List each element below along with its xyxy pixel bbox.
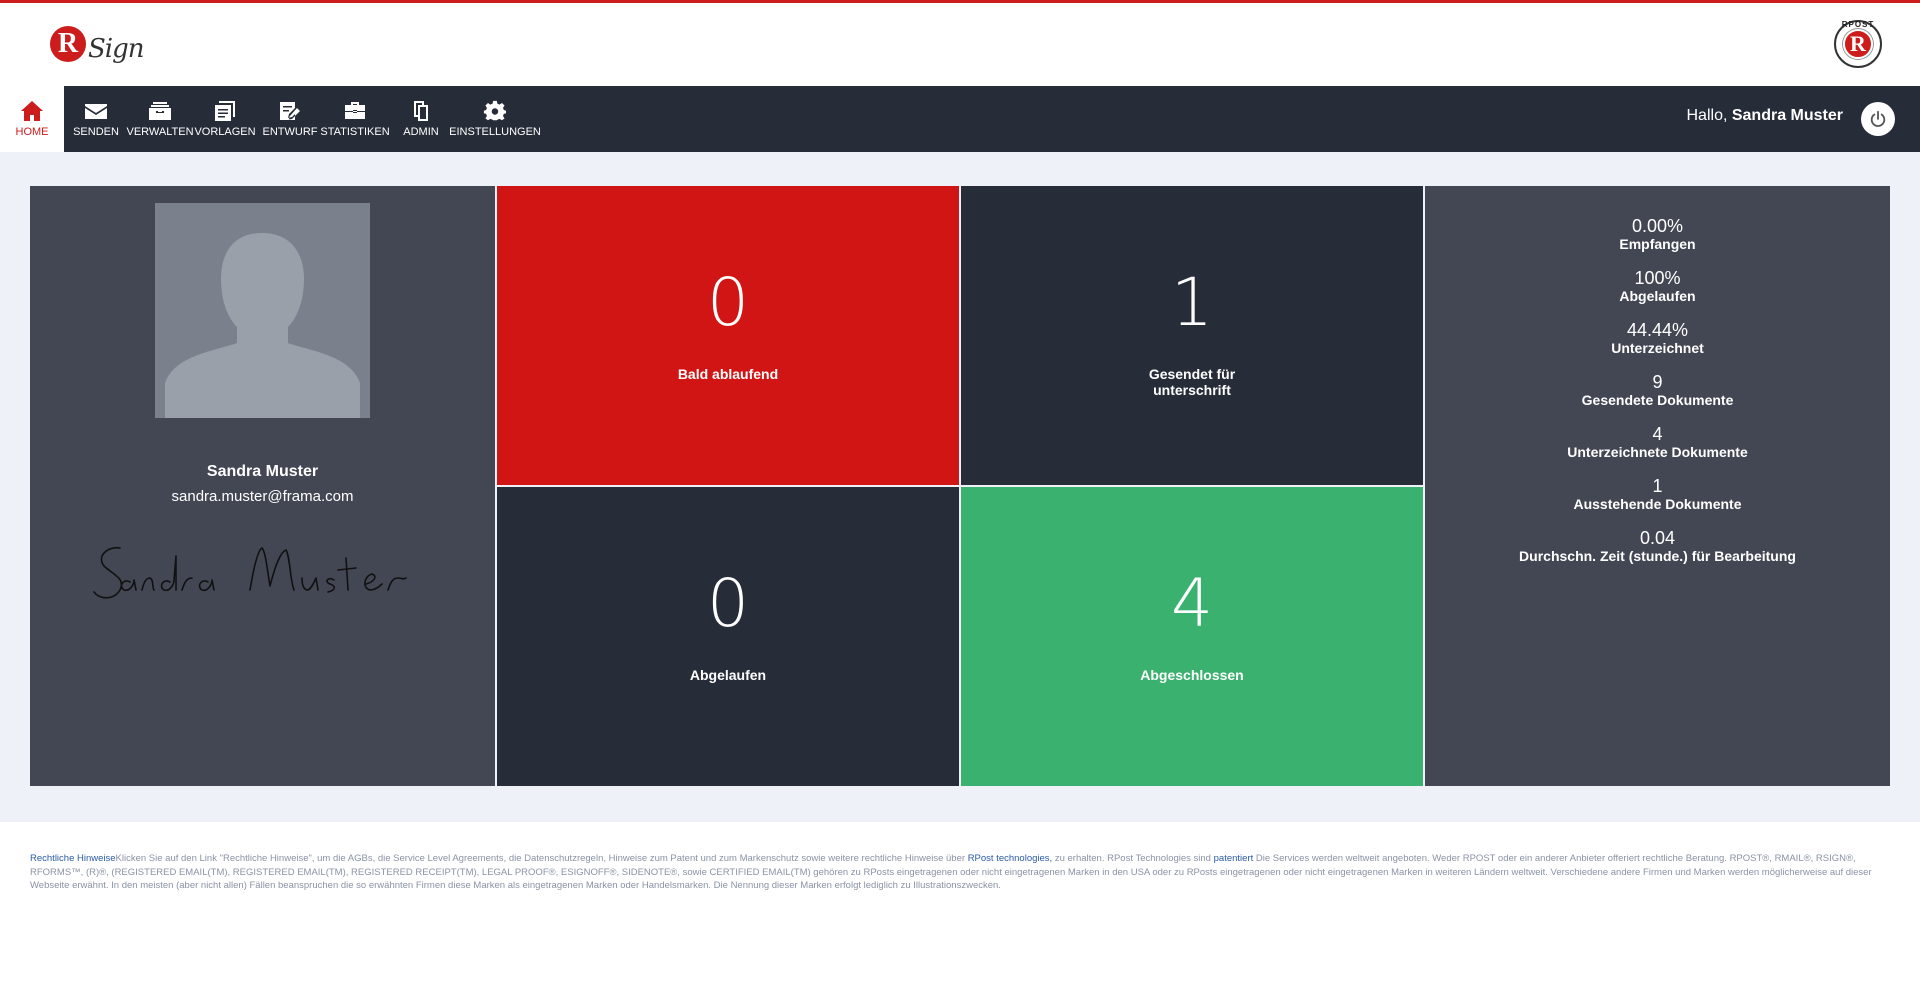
stat-ausstehende-dokumente: 1 Ausstehende Dokumente (1425, 476, 1890, 513)
stat-abgelaufen-label: Abgelaufen (1619, 288, 1696, 304)
nav-statistiken[interactable]: STATISTIKEN (320, 86, 390, 152)
stat-empfangen: 0.00% Empfangen (1425, 216, 1890, 253)
templates-icon (215, 101, 235, 121)
stat-unterzeichnet-value: 44.44% (1626, 320, 1689, 340)
stat-empfangen-value: 0.00% (1631, 216, 1684, 236)
stat-durchschnittszeit: 0.04 Durchschn. Zeit (stunde.) für Bearb… (1425, 528, 1890, 565)
tile-bald-ablaufend-label: Bald ablaufend (677, 366, 779, 382)
stat-ausstehende-dokumente-label: Ausstehende Dokumente (1573, 496, 1742, 512)
nav-vorlagen-label: VORLAGEN (194, 126, 256, 138)
user-silhouette-icon (165, 233, 360, 418)
profile-email: sandra.muster@frama.com (171, 488, 354, 505)
nav-admin[interactable]: ADMIN (396, 86, 446, 152)
footer-text-2: zu erhalten. RPost Technologies sind (1054, 853, 1211, 864)
rsign-logo[interactable]: R Sign (50, 20, 145, 68)
rpost-logo-text: RPOST (1841, 20, 1875, 29)
nav-entwurf-label: ENTWURF (262, 126, 318, 138)
nav-senden-label: SENDEN (73, 126, 119, 138)
greeting-user-name: Sandra Muster (1731, 107, 1843, 124)
home-icon (21, 101, 43, 121)
stat-unterzeichnete-dokumente-label: Unterzeichnete Dokumente (1567, 444, 1748, 460)
nav-admin-label: ADMIN (403, 126, 439, 138)
stat-abgelaufen: 100% Abgelaufen (1425, 268, 1890, 305)
power-icon (1870, 110, 1886, 127)
legal-footer: Rechtliche HinweiseKlicken Sie auf den L… (30, 852, 1890, 893)
draft-icon (280, 102, 300, 120)
logo-r-mark: R (50, 26, 86, 62)
stat-gesendete-dokumente: 9 Gesendete Dokumente (1425, 372, 1890, 409)
stat-unterzeichnete-dokumente-value: 4 (1652, 424, 1663, 444)
rpost-technologies-link[interactable]: RPost technologies, (968, 853, 1053, 864)
gear-icon (483, 100, 506, 121)
rpost-logo: RPOST R (1834, 20, 1882, 68)
stat-empfangen-label: Empfangen (1619, 236, 1696, 252)
tile-abgeschlossen-count: 4 (1171, 565, 1213, 642)
tile-abgeschlossen[interactable]: 4 Abgeschlossen (961, 487, 1423, 786)
tile-bald-ablaufend[interactable]: 0 Bald ablaufend (497, 186, 959, 485)
nav-senden[interactable]: SENDEN (66, 86, 126, 152)
profile-panel: Sandra Muster sandra.muster@frama.com (30, 186, 495, 786)
profile-name: Sandra Muster (206, 463, 319, 480)
stat-gesendete-dokumente-value: 9 (1652, 372, 1663, 392)
statistics-panel: 0.00% Empfangen 100% Abgelaufen 44.44% U… (1425, 186, 1890, 786)
admin-docs-icon (414, 101, 428, 121)
stat-durchschnittszeit-value: 0.04 (1639, 528, 1676, 548)
tile-abgelaufen[interactable]: 0 Abgelaufen (497, 487, 959, 786)
tile-gesendet-label-line1: Gesendet für (1148, 366, 1236, 382)
nav-home-label: HOME (15, 126, 49, 138)
stat-abgelaufen-value: 100% (1634, 268, 1681, 288)
logout-button[interactable] (1861, 102, 1895, 136)
tile-gesendet-label-line2: unterschrift (1153, 382, 1231, 398)
stat-gesendete-dokumente-label: Gesendete Dokumente (1581, 392, 1734, 408)
envelope-icon (85, 104, 107, 119)
tile-abgeschlossen-label: Abgeschlossen (1140, 667, 1244, 683)
avatar[interactable] (155, 203, 370, 418)
dashboard-content: Sandra Muster sandra.muster@frama.com 0 … (0, 152, 1920, 822)
logo-sign-text: Sign (88, 34, 145, 64)
nav-einstellungen[interactable]: EINSTELLUNGEN (449, 86, 541, 152)
inbox-icon (149, 102, 171, 120)
tile-gesendet-count: 1 (1171, 264, 1213, 341)
tile-abgelaufen-count: 0 (707, 565, 749, 642)
stat-unterzeichnete-dokumente: 4 Unterzeichnete Dokumente (1425, 424, 1890, 461)
nav-home[interactable]: HOME (0, 86, 64, 152)
rpost-logo-mark: R (1843, 29, 1873, 59)
stat-unterzeichnet-label: Unterzeichnet (1611, 340, 1704, 356)
user-greeting: Hallo, Sandra Muster (1687, 107, 1844, 125)
nav-entwurf[interactable]: ENTWURF (260, 86, 320, 152)
greeting-prefix: Hallo, (1686, 107, 1728, 124)
stat-unterzeichnet: 44.44% Unterzeichnet (1425, 320, 1890, 357)
main-navbar: HOME SENDEN VERWALTEN VORLAGEN ENTWURF S… (0, 86, 1920, 152)
patent-link[interactable]: patentiert (1214, 853, 1254, 864)
nav-verwalten[interactable]: VERWALTEN (126, 86, 194, 152)
brand-bar: R Sign RPOST R (0, 3, 1920, 86)
nav-verwalten-label: VERWALTEN (126, 126, 194, 138)
legal-notice-link[interactable]: Rechtliche Hinweise (30, 853, 116, 864)
stat-ausstehende-dokumente-value: 1 (1652, 476, 1663, 496)
tile-bald-ablaufend-count: 0 (707, 264, 749, 341)
nav-einstellungen-label: EINSTELLUNGEN (449, 126, 541, 138)
stat-durchschnittszeit-label: Durchschn. Zeit (stunde.) für Bearbeitun… (1519, 548, 1796, 564)
footer-text-1: Klicken Sie auf den Link "Rechtliche Hin… (115, 853, 966, 864)
tile-abgelaufen-label: Abgelaufen (689, 667, 767, 683)
nav-vorlagen[interactable]: VORLAGEN (194, 86, 256, 152)
briefcase-icon (345, 102, 365, 119)
tile-gesendet[interactable]: 1 Gesendet für unterschrift (961, 186, 1423, 485)
signature-image (93, 546, 407, 599)
nav-statistiken-label: STATISTIKEN (320, 126, 390, 138)
tile-gesendet-label: Gesendet für unterschrift (961, 366, 1423, 398)
